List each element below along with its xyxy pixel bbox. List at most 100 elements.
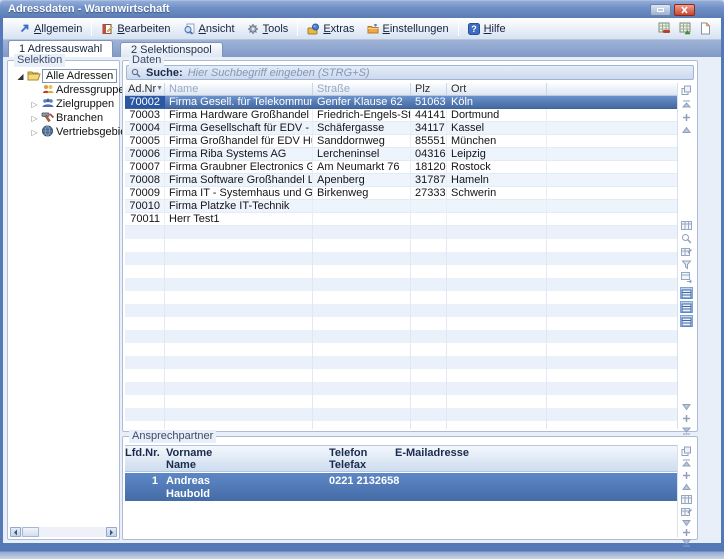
cell-ort[interactable]: Schwerin	[447, 187, 547, 199]
cell-ort[interactable]: Köln	[447, 96, 547, 108]
cell-name[interactable]: Firma Gesellschaft für EDV - Systeme	[165, 122, 313, 134]
copy-rows-button[interactable]	[681, 85, 692, 96]
cell-name[interactable]: Herr Test1	[165, 213, 313, 225]
grid-search-button[interactable]	[681, 233, 692, 244]
cell-ort[interactable]: Hameln	[447, 174, 547, 186]
new-page-button[interactable]	[700, 22, 711, 35]
cell-strasse[interactable]: Schäfergasse	[313, 122, 411, 134]
scroll-left-button[interactable]	[10, 527, 21, 537]
search-bar[interactable]: Suche: Hier Suchbegriff eingeben (STRG+S…	[126, 65, 694, 80]
cell-telefon-telefax[interactable]: 0221 2132658	[329, 475, 395, 501]
grid-window-button[interactable]	[681, 272, 692, 283]
cell-ort[interactable]	[447, 200, 547, 212]
cell-adnr[interactable]: 70003	[125, 109, 165, 121]
cell-plz[interactable]: 34117	[411, 122, 447, 134]
view-list-button-2[interactable]	[680, 301, 693, 313]
scroll-top-button[interactable]	[681, 458, 692, 469]
menu-hilfe[interactable]: ? Hilfe	[462, 21, 512, 37]
cell-adnr[interactable]: 70009	[125, 187, 165, 199]
cell-plz[interactable]: 31787	[411, 174, 447, 186]
insert-row-button[interactable]	[681, 470, 692, 481]
cell-plz[interactable]: 27333	[411, 187, 447, 199]
cell-name[interactable]: Firma Software Großhandel Lübke AG	[165, 174, 313, 186]
cell-strasse[interactable]: Friedrich-Engels-Str.	[313, 109, 411, 121]
close-button[interactable]	[674, 4, 695, 16]
cell-strasse[interactable]: Birkenweg	[313, 187, 411, 199]
cell-strasse[interactable]	[313, 200, 411, 212]
table-row[interactable]: 70011 Herr Test1	[125, 213, 677, 226]
column-header-lfdnr[interactable]: Lfd.Nr.	[125, 447, 161, 471]
table-remove-button[interactable]	[658, 22, 671, 35]
column-header-name[interactable]: Name	[165, 83, 313, 95]
menu-allgemein[interactable]: Allgemein	[13, 21, 88, 37]
table-row[interactable]: 70004 Firma Gesellschaft für EDV - Syste…	[125, 122, 677, 135]
cell-lfdnr[interactable]: 1	[125, 475, 161, 501]
cell-adnr[interactable]: 70005	[125, 135, 165, 147]
cell-strasse[interactable]: Sanddornweg	[313, 135, 411, 147]
cell-name[interactable]: Firma Graubner Electronics GmbH	[165, 161, 313, 173]
expander-collapsed-icon[interactable]: ▷	[28, 100, 41, 109]
table-row[interactable]: 70006 Firma Riba Systems AG Lercheninsel…	[125, 148, 677, 161]
column-header-ort[interactable]: Ort	[447, 83, 547, 95]
expander-collapsed-icon[interactable]: ▷	[28, 128, 41, 137]
cell-adnr-focused[interactable]: 70002	[125, 96, 165, 108]
table-row[interactable]: 70005 Firma Großhandel für EDV Hutner Sa…	[125, 135, 677, 148]
search-input[interactable]: Hier Suchbegriff eingeben (STRG+S)	[188, 67, 370, 79]
tree-item-adressgruppen[interactable]: Adressgruppen	[8, 83, 119, 97]
cell-plz[interactable]: 51063	[411, 96, 447, 108]
contact-row-selected[interactable]: 1 Andreas Haubold 0221 2132658	[125, 473, 677, 501]
expander-collapsed-icon[interactable]: ▷	[28, 114, 41, 123]
table-row[interactable]: 70010 Firma Platzke IT-Technik	[125, 200, 677, 213]
append-row-button[interactable]	[681, 413, 692, 424]
cell-ort[interactable]: Rostock	[447, 161, 547, 173]
tree-item-alle-adressen[interactable]: ◢ Alle Adressen	[8, 69, 119, 83]
cell-strasse[interactable]: Lercheninsel	[313, 148, 411, 160]
cell-ort[interactable]: München	[447, 135, 547, 147]
table-row-selected[interactable]: 70002 Firma Gesell. für Telekommunikatio…	[125, 96, 677, 109]
column-header-email[interactable]: E-Mailadresse	[395, 447, 677, 471]
cell-strasse[interactable]: Genfer Klause 62	[313, 96, 411, 108]
cell-name[interactable]: Firma IT - Systemhaus und Großhandel	[165, 187, 313, 199]
cell-name[interactable]: Firma Großhandel für EDV Hutner	[165, 135, 313, 147]
table-row[interactable]: 70009 Firma IT - Systemhaus und Großhand…	[125, 187, 677, 200]
tree-item-vertriebsgebiete[interactable]: ▷ Vertriebsgebiete	[8, 125, 119, 139]
menu-bearbeiten[interactable]: Bearbeiten	[95, 21, 176, 37]
cell-plz[interactable]: 18120	[411, 161, 447, 173]
cell-plz[interactable]	[411, 213, 447, 225]
cell-ort[interactable]: Dortmund	[447, 109, 547, 121]
grid-columns-button[interactable]	[681, 220, 692, 231]
grid-edit-button[interactable]	[681, 506, 692, 517]
view-list-button-3[interactable]	[680, 315, 693, 327]
cell-adnr[interactable]: 70010	[125, 200, 165, 212]
cell-strasse[interactable]: Am Neumarkt 76	[313, 161, 411, 173]
grid-edit-button[interactable]	[681, 246, 692, 257]
cell-name[interactable]: Firma Gesell. für Telekommunikation	[165, 96, 313, 108]
column-header-vorname-name[interactable]: Vorname Name	[161, 447, 329, 471]
scrollbar-thumb[interactable]	[22, 527, 39, 537]
cell-vorname-name[interactable]: Andreas Haubold	[161, 475, 329, 501]
cell-plz[interactable]: 85551	[411, 135, 447, 147]
scroll-up-button[interactable]	[681, 482, 692, 493]
scroll-down-button[interactable]	[681, 401, 692, 412]
scroll-bottom-button[interactable]	[681, 537, 692, 548]
cell-plz[interactable]: 44141	[411, 109, 447, 121]
table-row[interactable]: 70003 Firma Hardware Großhandel Dortmund…	[125, 109, 677, 122]
grid-filter-button[interactable]	[681, 259, 692, 270]
cell-strasse[interactable]	[313, 213, 411, 225]
menu-tools[interactable]: Tools	[241, 21, 295, 37]
column-header-telefon-telefax[interactable]: Telefon Telefax	[329, 447, 395, 471]
scroll-bottom-button[interactable]	[681, 425, 692, 436]
cell-ort[interactable]	[447, 213, 547, 225]
menu-einstellungen[interactable]: Einstellungen	[361, 21, 455, 37]
scroll-top-button[interactable]	[681, 99, 692, 110]
view-list-button-1[interactable]	[680, 287, 693, 299]
column-header-strasse[interactable]: Straße	[313, 83, 411, 95]
cell-adnr[interactable]: 70008	[125, 174, 165, 186]
cell-adnr[interactable]: 70011	[125, 213, 165, 225]
insert-row-button[interactable]	[681, 112, 692, 123]
tree-item-branchen[interactable]: ▷ Branchen	[8, 111, 119, 125]
scroll-right-button[interactable]	[106, 527, 117, 537]
cell-ort[interactable]: Leipzig	[447, 148, 547, 160]
cell-name[interactable]: Firma Hardware Großhandel Dortmund	[165, 109, 313, 121]
table-row[interactable]: 70007 Firma Graubner Electronics GmbH Am…	[125, 161, 677, 174]
